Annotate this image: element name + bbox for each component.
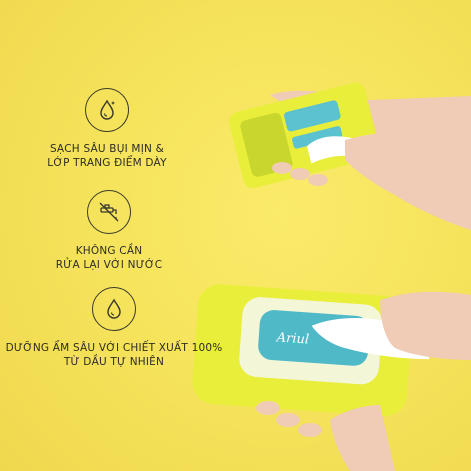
benefit-label: SẠCH SÂU BỤI MỊN & LỚP TRANG ĐIỂM DÀY bbox=[47, 143, 167, 169]
benefit-label: KHÔNG CẦN RỬA LẠI VỚI NƯỚC bbox=[55, 245, 163, 271]
brand-logo: Ariul bbox=[275, 330, 309, 347]
benefit-moisturize: DƯỠNG ẨM SÂU VỚI CHIẾT XUẤT 100% TỪ DẦU … bbox=[0, 287, 229, 369]
right-hand-upper bbox=[345, 131, 471, 230]
lower-wrist bbox=[330, 405, 395, 471]
right-hand-lower bbox=[380, 291, 471, 360]
drop-sparkle-icon bbox=[85, 88, 129, 132]
no-faucet-icon bbox=[87, 190, 131, 234]
drop-icon bbox=[92, 287, 136, 331]
upper-hand bbox=[270, 90, 471, 160]
benefit-deep-clean: SẠCH SÂU BỤI MỊN & LỚP TRANG ĐIỂM DÀY bbox=[0, 88, 222, 170]
small-wipes-pack bbox=[229, 82, 380, 189]
benefit-no-rinse: KHÔNG CẦN RỬA LẠI VỚI NƯỚC bbox=[0, 190, 224, 272]
product-image: Ariul SẠCH SÂU BỤI MỊN & LỚP TRANG ĐIỂM … bbox=[0, 0, 471, 471]
benefit-label: DƯỠNG ẨM SÂU VỚI CHIẾT XUẤT 100% TỪ DẦU … bbox=[5, 342, 223, 368]
